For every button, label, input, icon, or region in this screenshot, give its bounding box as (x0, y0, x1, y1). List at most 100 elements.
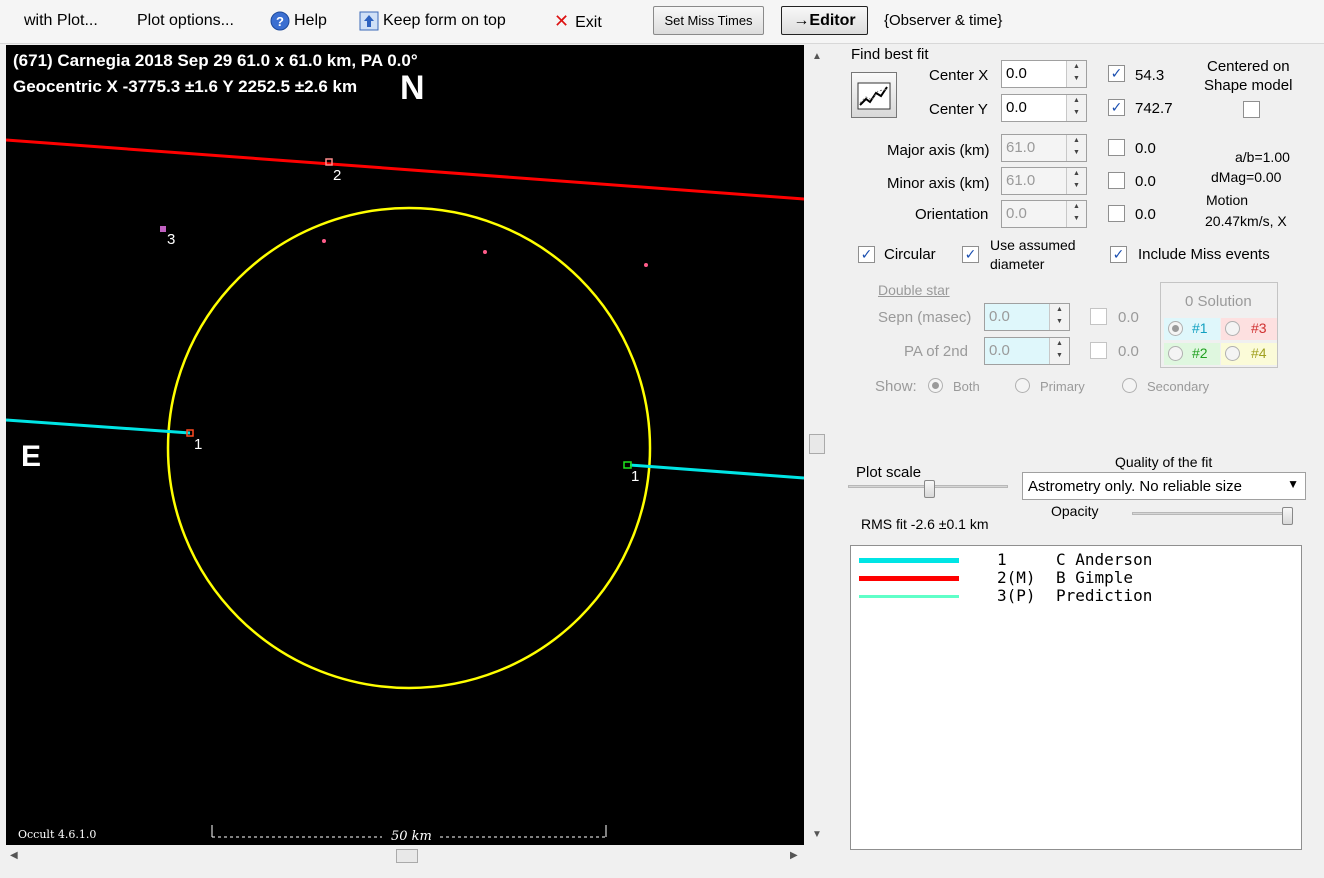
major-axis-input[interactable]: 61.0 ▲ ▼ (1001, 134, 1087, 162)
circular-label: Circular (884, 246, 936, 263)
legend-row[interactable]: 2(M) B Gimple (851, 568, 1133, 588)
vertical-scrollbar[interactable]: ▲ ▼ (807, 45, 827, 845)
solution-3-option[interactable]: #3 (1221, 318, 1277, 340)
chord-2-line (6, 138, 804, 201)
legend-row[interactable]: 1 C Anderson (851, 550, 1152, 570)
opacity-slider[interactable] (1282, 507, 1293, 525)
major-axis-result: 0.0 (1135, 140, 1156, 157)
solution-2-option[interactable]: #2 (1164, 343, 1220, 365)
horizontal-scrollbar[interactable]: ◀ ▶ (6, 846, 804, 866)
plot-header-line1: (671) Carnegia 2018 Sep 29 61.0 x 61.0 k… (13, 51, 418, 70)
solution-4-option[interactable]: #4 (1221, 343, 1277, 365)
menu-help[interactable]: ? Help (270, 9, 327, 35)
vertical-scroll-thumb[interactable] (809, 434, 825, 454)
orientation-label: Orientation (915, 206, 989, 223)
find-best-fit-label: Find best fit (851, 46, 929, 63)
legend-id: 2(M) (997, 568, 1036, 587)
shape-model-checkbox[interactable] (1243, 101, 1260, 118)
menu-plot-options[interactable]: Plot options... (137, 9, 234, 35)
scroll-right-icon[interactable]: ▶ (790, 850, 798, 861)
legend-line-2 (859, 576, 959, 581)
quality-select[interactable]: Astrometry only. No reliable size ▼ (1022, 472, 1306, 500)
svg-text:?: ? (276, 14, 284, 29)
sepn-spinner-icon[interactable]: ▲ ▼ (1049, 304, 1069, 330)
miss-point (322, 239, 326, 243)
minor-axis-spinner-icon[interactable]: ▲ ▼ (1066, 168, 1086, 194)
observer-legend[interactable]: 1 C Anderson 2(M) B Gimple 3(P) Predicti… (850, 545, 1302, 850)
opacity-track[interactable] (1132, 512, 1292, 515)
observer-time-label[interactable]: {Observer & time} (884, 9, 1002, 35)
use-assumed-diameter-checkbox[interactable]: ✓ (962, 246, 979, 263)
chord-2-label: 2 (333, 167, 342, 184)
show-primary-radio[interactable] (1015, 378, 1030, 393)
chord-1-label-left: 1 (194, 436, 203, 453)
center-y-result: 742.7 (1135, 100, 1173, 117)
plot-scale-slider[interactable] (924, 480, 935, 498)
legend-id: 1 (997, 550, 1007, 569)
editor-button[interactable]: →Editor (781, 6, 868, 35)
miss-point (644, 263, 648, 267)
center-y-value: 0.0 (1006, 99, 1027, 116)
circular-checkbox[interactable]: ✓ (858, 246, 875, 263)
menu-with-plot[interactable]: with Plot... (24, 9, 98, 35)
find-best-fit-button[interactable] (851, 72, 897, 118)
center-x-label: Center X (929, 67, 989, 84)
center-x-spinner-icon[interactable]: ▲ ▼ (1066, 61, 1086, 87)
asteroid-outline (166, 206, 652, 690)
pa2nd-checkbox[interactable] (1090, 342, 1107, 359)
center-y-label: Center Y (929, 101, 988, 118)
sepn-checkbox[interactable] (1090, 308, 1107, 325)
menu-keep-on-top[interactable]: Keep form on top (359, 9, 506, 35)
plot-scale-label: Plot scale (856, 464, 922, 481)
center-y-checkbox[interactable]: ✓ (1108, 99, 1125, 116)
center-y-input[interactable]: 0.0 ▲ ▼ (1001, 94, 1087, 122)
center-x-input[interactable]: 0.0 ▲ ▼ (1001, 60, 1087, 88)
scale-label: 50 km (391, 829, 432, 844)
show-secondary-radio[interactable] (1122, 378, 1137, 393)
minor-axis-input[interactable]: 61.0 ▲ ▼ (1001, 167, 1087, 195)
scroll-up-icon[interactable]: ▲ (812, 51, 822, 62)
major-axis-spinner-icon[interactable]: ▲ ▼ (1066, 135, 1086, 161)
legend-id: 3(P) (997, 586, 1036, 605)
chevron-down-icon[interactable]: ▼ (1287, 477, 1299, 491)
scroll-left-icon[interactable]: ◀ (10, 850, 18, 861)
horizontal-scroll-thumb[interactable] (396, 849, 418, 863)
orientation-result: 0.0 (1135, 206, 1156, 223)
major-axis-value: 61.0 (1006, 139, 1036, 156)
chord-1-line-left (6, 418, 191, 435)
include-miss-events-checkbox[interactable]: ✓ (1110, 246, 1127, 263)
orientation-checkbox[interactable] (1108, 205, 1125, 222)
motion-value: 20.47km/s, X (1205, 213, 1287, 229)
menu-keep-on-top-label: Keep form on top (383, 12, 506, 29)
quality-value: Astrometry only. No reliable size (1028, 478, 1242, 495)
center-x-value: 0.0 (1006, 65, 1027, 82)
dmag-value: dMag=0.00 (1211, 169, 1282, 185)
set-miss-times-button[interactable]: Set Miss Times (653, 6, 764, 35)
show-both-radio[interactable] (928, 378, 943, 393)
menu-exit-label: Exit (575, 14, 602, 31)
minor-axis-value: 61.0 (1006, 172, 1036, 189)
orientation-spinner-icon[interactable]: ▲ ▼ (1066, 201, 1086, 227)
center-x-checkbox[interactable]: ✓ (1108, 65, 1125, 82)
solution-1-label: #1 (1192, 320, 1208, 336)
sepn-input[interactable]: 0.0 ▲ ▼ (984, 303, 1070, 331)
ab-ratio: a/b=1.00 (1235, 149, 1290, 165)
scroll-down-icon[interactable]: ▼ (812, 829, 822, 840)
center-y-spinner-icon[interactable]: ▲ ▼ (1066, 95, 1086, 121)
east-label: E (21, 440, 42, 473)
minor-axis-checkbox[interactable] (1108, 172, 1125, 189)
pa2nd-input[interactable]: 0.0 ▲ ▼ (984, 337, 1070, 365)
menu-exit[interactable]: ✕ Exit (554, 9, 602, 35)
plot-area[interactable]: (671) Carnegia 2018 Sep 29 61.0 x 61.0 k… (6, 45, 804, 845)
close-icon: ✕ (554, 11, 570, 31)
solution-1-option[interactable]: #1 (1164, 318, 1220, 340)
legend-name: C Anderson (1056, 550, 1153, 569)
legend-row[interactable]: 3(P) Prediction (851, 586, 1152, 606)
solution-title: 0 Solution (1185, 293, 1252, 310)
pa2nd-spinner-icon[interactable]: ▲ ▼ (1049, 338, 1069, 364)
pa2nd-result: 0.0 (1118, 343, 1139, 360)
major-axis-checkbox[interactable] (1108, 139, 1125, 156)
orientation-input[interactable]: 0.0 ▲ ▼ (1001, 200, 1087, 228)
solution-4-label: #4 (1251, 345, 1267, 361)
miss-point (483, 250, 487, 254)
